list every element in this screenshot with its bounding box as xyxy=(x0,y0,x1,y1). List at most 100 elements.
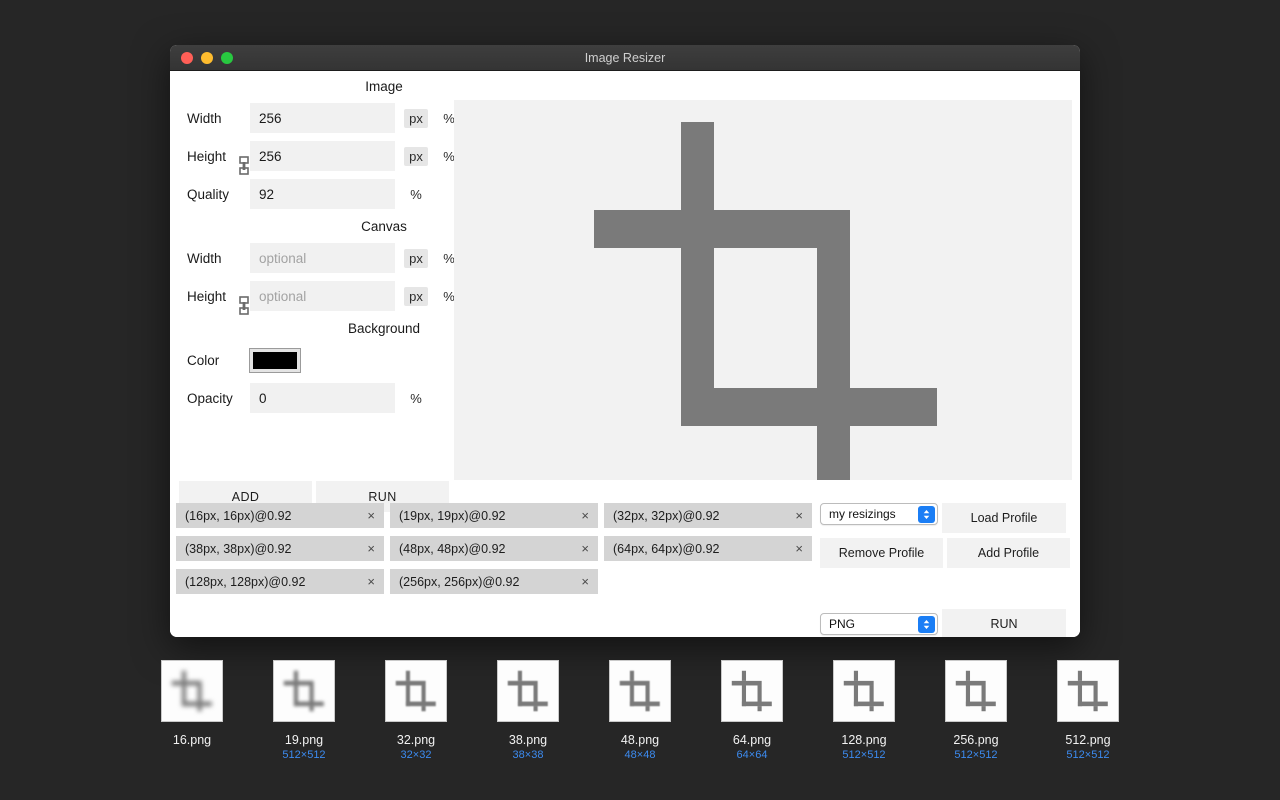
thumbnail-image[interactable] xyxy=(161,660,223,722)
background-opacity-unit-percent: % xyxy=(410,390,422,406)
thumbnail-filename: 256.png xyxy=(953,733,999,747)
resize-chip[interactable]: (256px, 256px)@0.92 × xyxy=(390,569,598,594)
thumbnail-image[interactable] xyxy=(945,660,1007,722)
thumbnail-image[interactable] xyxy=(833,660,895,722)
canvas-link-aspect-ratio-icon[interactable] xyxy=(236,296,252,316)
remove-chip-icon[interactable]: × xyxy=(793,542,805,555)
image-width-label: Width xyxy=(187,110,222,126)
background-color-swatch[interactable] xyxy=(249,347,301,373)
resize-chip-label: (128px, 128px)@0.92 xyxy=(185,574,306,589)
thumbnail-item[interactable]: 38.png 38×38 xyxy=(472,660,584,800)
thumbnail-dimensions: 512×512 xyxy=(282,749,326,761)
image-quality-label: Quality xyxy=(187,186,230,202)
resize-chip[interactable]: (128px, 128px)@0.92 × xyxy=(176,569,384,594)
thumbnail-item[interactable]: 16.png xyxy=(136,660,248,800)
resize-list: (16px, 16px)@0.92 × (19px, 19px)@0.92 × … xyxy=(176,503,822,602)
remove-chip-icon[interactable]: × xyxy=(365,542,377,555)
resize-list-row: (128px, 128px)@0.92 × (256px, 256px)@0.9… xyxy=(176,569,822,594)
remove-chip-icon[interactable]: × xyxy=(579,575,591,588)
thumbnail-filename: 38.png xyxy=(508,733,548,747)
window-titlebar[interactable]: Image Resizer xyxy=(170,45,1080,71)
resize-chip-label: (64px, 64px)@0.92 xyxy=(613,541,720,556)
thumbnail-image[interactable] xyxy=(273,660,335,722)
remove-profile-button[interactable]: Remove Profile xyxy=(820,538,943,568)
resize-chip-label: (48px, 48px)@0.92 xyxy=(399,541,506,556)
thumbnail-image[interactable] xyxy=(1057,660,1119,722)
export-run-button[interactable]: RUN xyxy=(942,609,1066,637)
thumbnail-dimensions: 38×38 xyxy=(512,749,544,761)
load-profile-button[interactable]: Load Profile xyxy=(942,503,1066,533)
resize-chip[interactable]: (32px, 32px)@0.92 × xyxy=(604,503,812,528)
thumbnail-item[interactable]: 19.png 512×512 xyxy=(248,660,360,800)
image-quality-input[interactable] xyxy=(250,179,395,209)
window-title: Image Resizer xyxy=(584,50,666,65)
remove-chip-icon[interactable]: × xyxy=(365,575,377,588)
thumbnail-item[interactable]: 256.png 512×512 xyxy=(920,660,1032,800)
image-width-input[interactable] xyxy=(250,103,395,133)
canvas-width-input[interactable] xyxy=(250,243,395,273)
traffic-light-group xyxy=(181,51,233,64)
close-button[interactable] xyxy=(181,51,193,64)
thumbnail-image[interactable] xyxy=(609,660,671,722)
stepper-icon[interactable] xyxy=(918,506,935,523)
canvas-height-input[interactable] xyxy=(250,281,395,311)
resize-chip-label: (38px, 38px)@0.92 xyxy=(185,541,292,556)
remove-chip-icon[interactable]: × xyxy=(579,509,591,522)
profile-row-bottom: Remove Profile Add Profile xyxy=(820,538,1070,568)
image-link-aspect-ratio-icon[interactable] xyxy=(236,156,252,176)
thumbnail-image[interactable] xyxy=(497,660,559,722)
resize-chip[interactable]: (38px, 38px)@0.92 × xyxy=(176,536,384,561)
image-preview-panel[interactable] xyxy=(454,100,1072,480)
canvas-width-unit-px[interactable]: px xyxy=(404,248,428,268)
resize-list-row: (38px, 38px)@0.92 × (48px, 48px)@0.92 × … xyxy=(176,536,822,561)
profile-select[interactable]: my resizings xyxy=(820,503,938,525)
minimize-button[interactable] xyxy=(201,51,213,64)
thumbnail-dimensions: 64×64 xyxy=(736,749,768,761)
export-row: PNG RUN xyxy=(820,609,1066,637)
window-body: Image Width px % Height xyxy=(170,71,1080,637)
add-profile-button[interactable]: Add Profile xyxy=(947,538,1070,568)
background-opacity-label: Opacity xyxy=(187,390,233,406)
resize-chip-label: (16px, 16px)@0.92 xyxy=(185,508,292,523)
remove-chip-icon[interactable]: × xyxy=(365,509,377,522)
profile-row-top: my resizings Load Profile xyxy=(820,503,1070,533)
resize-chip-label: (32px, 32px)@0.92 xyxy=(613,508,720,523)
resize-chip[interactable]: (16px, 16px)@0.92 × xyxy=(176,503,384,528)
desktop-background: Image Resizer Image Width px % xyxy=(0,0,1280,800)
resize-list-row: (16px, 16px)@0.92 × (19px, 19px)@0.92 × … xyxy=(176,503,822,528)
thumbnail-item[interactable]: 32.png 32×32 xyxy=(360,660,472,800)
image-height-input[interactable] xyxy=(250,141,395,171)
image-height-unit-px[interactable]: px xyxy=(404,146,428,166)
crop-icon xyxy=(594,122,937,480)
thumbnail-dimensions: 32×32 xyxy=(400,749,432,761)
thumbnail-dimensions: 512×512 xyxy=(842,749,886,761)
remove-chip-icon[interactable]: × xyxy=(579,542,591,555)
format-select[interactable]: PNG xyxy=(820,613,938,635)
canvas-width-label: Width xyxy=(187,250,222,266)
thumbnail-filename: 32.png xyxy=(396,733,436,747)
canvas-height-unit-px[interactable]: px xyxy=(404,286,428,306)
profile-select-value: my resizings xyxy=(829,507,896,521)
thumbnail-filename: 16.png xyxy=(172,733,212,747)
image-resizer-window: Image Resizer Image Width px % xyxy=(170,45,1080,637)
background-color-label: Color xyxy=(187,352,220,368)
thumbnail-item[interactable]: 48.png 48×48 xyxy=(584,660,696,800)
thumbnail-strip: 16.png 19.png 512×512 32.png 32×32 38.pn… xyxy=(0,660,1280,800)
background-opacity-input[interactable] xyxy=(250,383,395,413)
stepper-icon[interactable] xyxy=(918,616,935,633)
resize-chip[interactable]: (64px, 64px)@0.92 × xyxy=(604,536,812,561)
zoom-button[interactable] xyxy=(221,51,233,64)
image-width-unit-px[interactable]: px xyxy=(404,108,428,128)
remove-chip-icon[interactable]: × xyxy=(793,509,805,522)
thumbnail-image[interactable] xyxy=(721,660,783,722)
thumbnail-filename: 19.png xyxy=(284,733,324,747)
resize-chip[interactable]: (19px, 19px)@0.92 × xyxy=(390,503,598,528)
thumbnail-dimensions: 48×48 xyxy=(624,749,656,761)
thumbnail-item[interactable]: 64.png 64×64 xyxy=(696,660,808,800)
resize-chip[interactable]: (48px, 48px)@0.92 × xyxy=(390,536,598,561)
thumbnail-image[interactable] xyxy=(385,660,447,722)
thumbnail-filename: 48.png xyxy=(620,733,660,747)
image-section-heading: Image xyxy=(365,79,403,94)
thumbnail-item[interactable]: 512.png 512×512 xyxy=(1032,660,1144,800)
thumbnail-item[interactable]: 128.png 512×512 xyxy=(808,660,920,800)
